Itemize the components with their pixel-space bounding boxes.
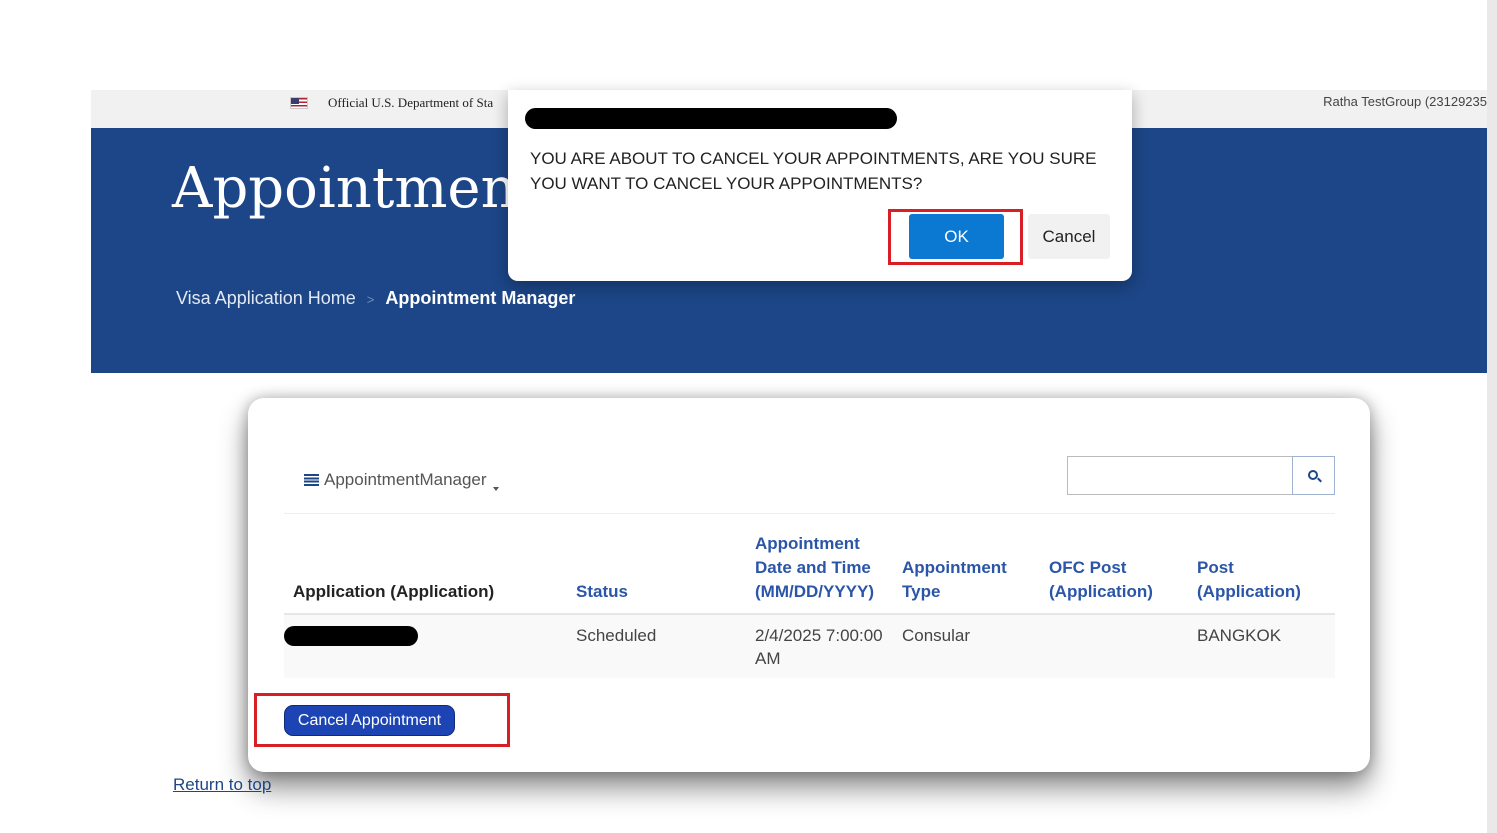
ok-button-highlight	[888, 209, 1023, 265]
breadcrumb-separator: >	[366, 292, 375, 307]
us-flag-icon	[290, 97, 308, 109]
view-selector-label: AppointmentManager	[324, 470, 487, 489]
column-header-application[interactable]: Application (Application)	[293, 580, 563, 604]
redacted-dialog-title	[525, 108, 897, 129]
toolbar-divider	[284, 513, 1335, 514]
confirm-cancel-dialog: YOU ARE ABOUT TO CANCEL YOUR APPOINTMENT…	[508, 90, 1132, 281]
cell-appointment-type: Consular	[902, 626, 971, 645]
list-icon	[304, 474, 319, 486]
redacted-application-id	[284, 626, 418, 646]
browser-scrollbar[interactable]	[1487, 0, 1497, 833]
column-header-ofc-post[interactable]: OFC Post (Application)	[1049, 556, 1179, 604]
cell-post: BANGKOK	[1197, 626, 1282, 645]
column-header-status[interactable]: Status	[576, 580, 696, 604]
search-button[interactable]	[1292, 456, 1335, 495]
user-account-name[interactable]: Ratha TestGroup (23129235	[1323, 94, 1487, 109]
cell-status: Scheduled	[576, 626, 657, 645]
gov-banner-text: Official U.S. Department of Sta	[328, 95, 494, 110]
column-header-date-time[interactable]: Appointment Date and Time (MM/DD/YYYY)	[755, 532, 891, 604]
appointment-manager-card: AppointmentManager Application (Applicat…	[248, 398, 1370, 772]
column-header-appointment-type[interactable]: Appointment Type	[902, 556, 1032, 604]
breadcrumb: Visa Application Home > Appointment Manage…	[176, 288, 575, 309]
page-title: Appointment	[172, 156, 540, 221]
breadcrumb-home-link[interactable]: Visa Application Home	[176, 288, 356, 308]
dialog-cancel-button[interactable]: Cancel	[1028, 214, 1110, 259]
return-to-top-link[interactable]: Return to top	[173, 775, 271, 795]
search-icon	[1308, 470, 1318, 480]
view-selector-dropdown[interactable]: AppointmentManager	[304, 470, 499, 491]
caret-down-icon	[492, 487, 499, 491]
column-header-post[interactable]: Post (Application)	[1197, 556, 1327, 604]
breadcrumb-current: Appointment Manager	[385, 288, 576, 308]
cell-date-time: 2/4/2025 7:00:00 AM	[755, 626, 883, 668]
dialog-message: YOU ARE ABOUT TO CANCEL YOUR APPOINTMENT…	[530, 149, 1097, 193]
search-input[interactable]	[1067, 456, 1293, 495]
cancel-appointment-highlight	[254, 693, 510, 747]
